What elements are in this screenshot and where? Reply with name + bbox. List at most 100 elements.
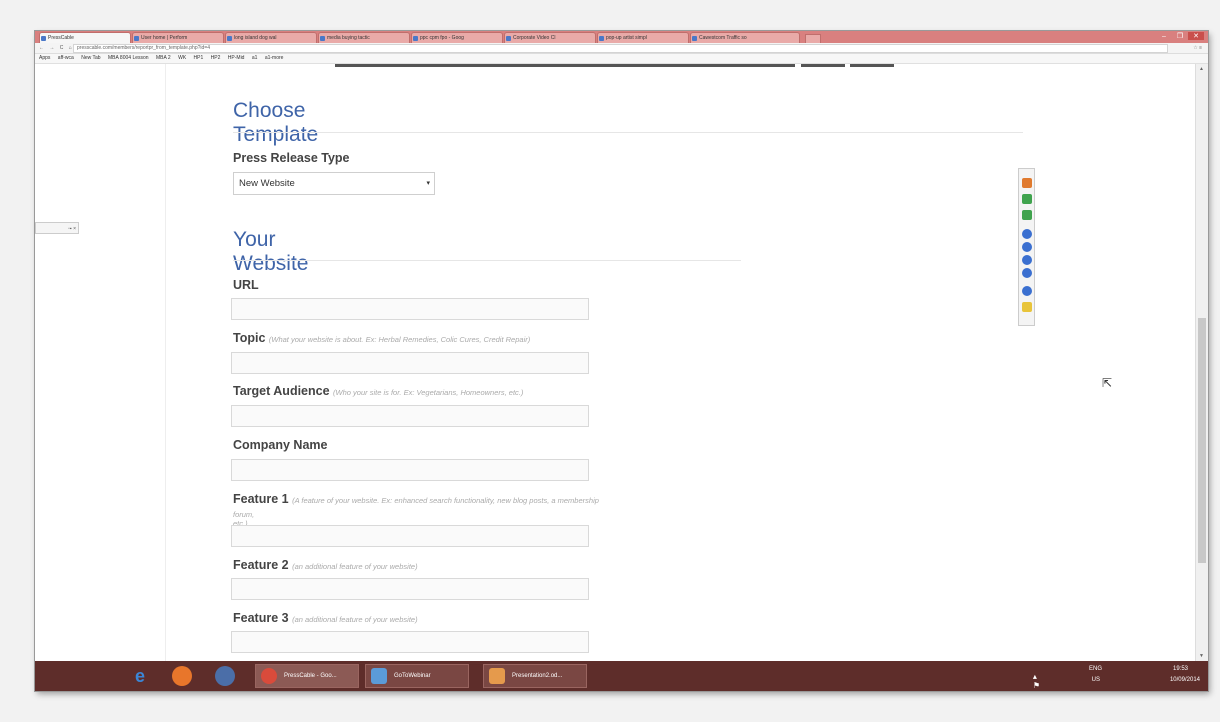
favicon-icon xyxy=(41,36,46,41)
collapsed-widget[interactable]: ▫▪ × xyxy=(35,222,79,234)
close-button[interactable]: ✕ xyxy=(1188,32,1204,40)
bookmark-item[interactable]: WK xyxy=(178,55,186,61)
favicon-icon xyxy=(320,36,325,41)
tab-presscable[interactable]: PressCable xyxy=(39,32,131,43)
favicon-icon xyxy=(227,36,232,41)
page-content: ▫▪ × Choose Template Press Release Type … xyxy=(35,64,1208,661)
nav-bar-segment xyxy=(850,64,894,67)
tab-dog-walker[interactable]: long island dog wal xyxy=(225,32,317,43)
topic-input[interactable] xyxy=(231,352,589,374)
favicon-icon xyxy=(506,36,511,41)
press-release-type-select[interactable]: New Website ▾ xyxy=(233,172,435,195)
browser-menu-icon[interactable]: ☆ ≡ xyxy=(1193,43,1202,53)
taskbar-button-presentation[interactable]: Presentation2.od... xyxy=(483,664,587,688)
circle-tool-icon[interactable] xyxy=(1022,268,1032,278)
address-bar[interactable]: presscable.com/members/reportpr_from_tem… xyxy=(73,44,1168,53)
bookmarks-bar: Apps aff-wca New Tab MBA 8004 Lesson MBA… xyxy=(35,54,1208,64)
feature-2-hint: (an additional feature of your website) xyxy=(292,562,418,571)
topic-hint: (What your website is about. Ex: Herbal … xyxy=(268,335,531,344)
browser-window: PressCable User home | Perform long isla… xyxy=(35,31,1208,691)
bookmark-item[interactable]: HP-Mid xyxy=(228,55,245,61)
target-audience-input[interactable] xyxy=(231,405,589,427)
target-audience-hint: (Who your site is for. Ex: Vegetarians, … xyxy=(333,388,524,397)
taskbar-button-gotowebinar[interactable]: GoToWebinar xyxy=(365,664,469,688)
tab-corporate-video[interactable]: Corporate Video Cl xyxy=(504,32,596,43)
minus-icon[interactable] xyxy=(1022,178,1032,188)
circle-tool-icon[interactable] xyxy=(1022,242,1032,252)
windows-taskbar: e PressCable - Goo... GoToWebinar Presen… xyxy=(35,661,1208,691)
chevron-down-icon: ▾ xyxy=(426,180,430,187)
scrollbar-thumb[interactable] xyxy=(1198,318,1206,563)
feature-3-hint: (an additional feature of your website) xyxy=(292,615,418,624)
address-toolbar: ← → C ⌂ presscable.com/members/reportpr_… xyxy=(35,43,1208,54)
bookmark-item[interactable]: HP1 xyxy=(194,55,204,61)
scroll-down-icon[interactable]: ▼ xyxy=(1199,653,1204,659)
url-label: URL xyxy=(233,278,259,292)
bookmark-item[interactable]: a1-more xyxy=(265,55,284,61)
company-name-input[interactable] xyxy=(231,459,589,481)
nav-bar-segment xyxy=(801,64,845,67)
nav-bar-segment xyxy=(335,64,795,67)
press-release-type-label: Press Release Type xyxy=(233,151,350,165)
circle-tool-icon[interactable] xyxy=(1022,255,1032,265)
hand-icon[interactable] xyxy=(1022,302,1032,312)
divider xyxy=(233,260,741,261)
tray-language[interactable]: ENG xyxy=(1089,666,1102,672)
bookmark-item[interactable]: HP2 xyxy=(211,55,221,61)
floating-tool-panel xyxy=(1018,168,1035,326)
tab-bar: PressCable User home | Perform long isla… xyxy=(35,31,1208,44)
pencil-icon[interactable] xyxy=(1022,286,1032,296)
clock-time[interactable]: 19:53 xyxy=(1173,666,1188,672)
tab-media-buying[interactable]: media buying tactic xyxy=(318,32,410,43)
favicon-icon xyxy=(599,36,604,41)
circle-tool-icon[interactable] xyxy=(1022,229,1032,239)
bookmark-item[interactable]: aff-wca xyxy=(58,55,74,61)
feature-1-hint: (A feature of your website. Ex: enhanced… xyxy=(292,496,599,505)
divider xyxy=(233,132,1023,133)
bookmark-item[interactable]: MBA 8004 Lesson xyxy=(108,55,149,61)
favicon-icon xyxy=(413,36,418,41)
feature-3-label: Feature 3 (an additional feature of your… xyxy=(233,611,418,625)
feature-2-input[interactable] xyxy=(231,578,589,600)
tray-region[interactable]: US xyxy=(1092,677,1100,683)
scroll-up-icon[interactable]: ▲ xyxy=(1199,66,1204,72)
feature-1-label: Feature 1 (A feature of your website. Ex… xyxy=(233,492,599,506)
tray-icons[interactable]: ▴ ⚑ ⇅ ◢ ◂) xyxy=(1033,672,1040,691)
company-name-label: Company Name xyxy=(233,438,328,452)
tab-pop-up-artist[interactable]: pop-up artist simpl xyxy=(597,32,689,43)
left-gutter: ▫▪ × xyxy=(35,64,166,661)
section-title-choose-template: Choose Template xyxy=(233,99,319,146)
arrow-down-icon[interactable] xyxy=(1022,194,1032,204)
gotowebinar-icon xyxy=(371,668,387,684)
maximize-button[interactable]: ❐ xyxy=(1172,32,1188,40)
presentation-icon xyxy=(489,668,505,684)
topic-label: Topic (What your website is about. Ex: H… xyxy=(233,331,531,345)
app-icon[interactable] xyxy=(215,666,235,686)
clock-date[interactable]: 10/09/2014 xyxy=(1170,677,1200,683)
bookmark-item[interactable]: Apps xyxy=(39,55,50,61)
bookmark-item[interactable]: New Tab xyxy=(81,55,100,61)
minimize-button[interactable]: – xyxy=(1156,33,1172,40)
page-scrollbar[interactable]: ▲ ▼ xyxy=(1195,64,1208,661)
favicon-icon xyxy=(692,36,697,41)
feature-1-input[interactable] xyxy=(231,525,589,547)
target-audience-label: Target Audience (Who your site is for. E… xyxy=(233,384,524,398)
tab-ppc-cpm[interactable]: ppc cpm fpo - Goog xyxy=(411,32,503,43)
section-title-your-website: Your Website xyxy=(233,228,309,275)
bookmark-item[interactable]: a1 xyxy=(252,55,258,61)
nav-buttons[interactable]: ← → C ⌂ xyxy=(39,43,74,53)
window-controls: – ❐ ✕ xyxy=(1156,32,1204,40)
firefox-icon[interactable] xyxy=(172,666,192,686)
bookmark-item[interactable]: MBA 2 xyxy=(156,55,171,61)
favicon-icon xyxy=(134,36,139,41)
taskbar-button-chrome[interactable]: PressCable - Goo... xyxy=(255,664,359,688)
tab-user-home[interactable]: User home | Perform xyxy=(132,32,224,43)
url-input[interactable] xyxy=(231,298,589,320)
mouse-cursor-icon: ⇱ xyxy=(1102,376,1113,390)
chrome-icon xyxy=(261,668,277,684)
feature-2-label: Feature 2 (an additional feature of your… xyxy=(233,558,418,572)
square-icon[interactable] xyxy=(1022,210,1032,220)
tab-cawestcom[interactable]: Cawestcom Traffic so xyxy=(690,32,800,43)
feature-3-input[interactable] xyxy=(231,631,589,653)
internet-explorer-icon[interactable]: e xyxy=(130,666,150,686)
